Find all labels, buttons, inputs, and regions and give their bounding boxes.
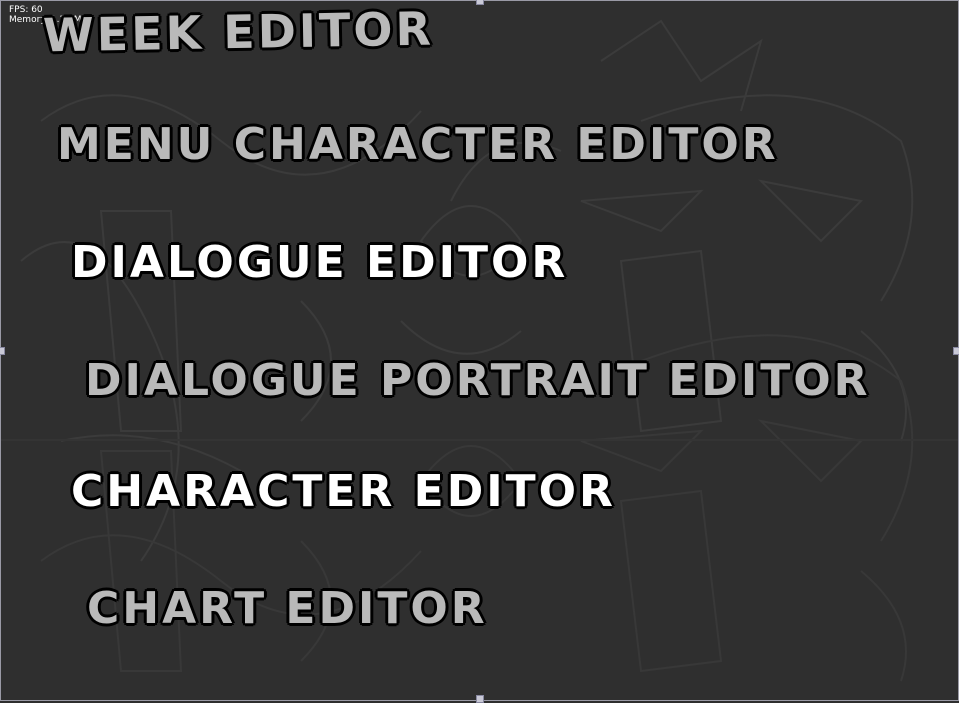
menu-item-dialogue-editor[interactable]: DIALOGUE EDITOR: [71, 237, 568, 288]
menu-item-week-editor[interactable]: WEEK EDITOR: [43, 2, 435, 63]
menu-item-menu-character-editor[interactable]: MENU CHARACTER EDITOR: [57, 119, 779, 170]
menu-item-label: CHARACTER EDITOR: [71, 466, 616, 517]
menu-item-label: MENU CHARACTER EDITOR: [57, 119, 779, 170]
resize-handle-bottom[interactable]: [476, 695, 484, 703]
resize-handle-left[interactable]: [0, 347, 5, 355]
menu-item-dialogue-portrait-editor[interactable]: DIALOGUE PORTRAIT EDITOR: [85, 355, 871, 406]
menu-item-label: DIALOGUE PORTRAIT EDITOR: [85, 355, 871, 406]
menu-item-chart-editor[interactable]: CHART EDITOR: [87, 583, 488, 634]
game-viewport: FPS: 60 Memory: 1.22 MB WEEK EDITOR MENU…: [0, 0, 959, 701]
menu-item-label: DIALOGUE EDITOR: [71, 237, 569, 288]
resize-handle-top[interactable]: [476, 0, 484, 5]
menu-item-character-editor[interactable]: CHARACTER EDITOR: [71, 466, 616, 517]
menu-item-label: WEEK EDITOR: [42, 1, 435, 63]
resize-handle-right[interactable]: [953, 347, 959, 355]
menu-item-label: CHART EDITOR: [87, 583, 488, 634]
